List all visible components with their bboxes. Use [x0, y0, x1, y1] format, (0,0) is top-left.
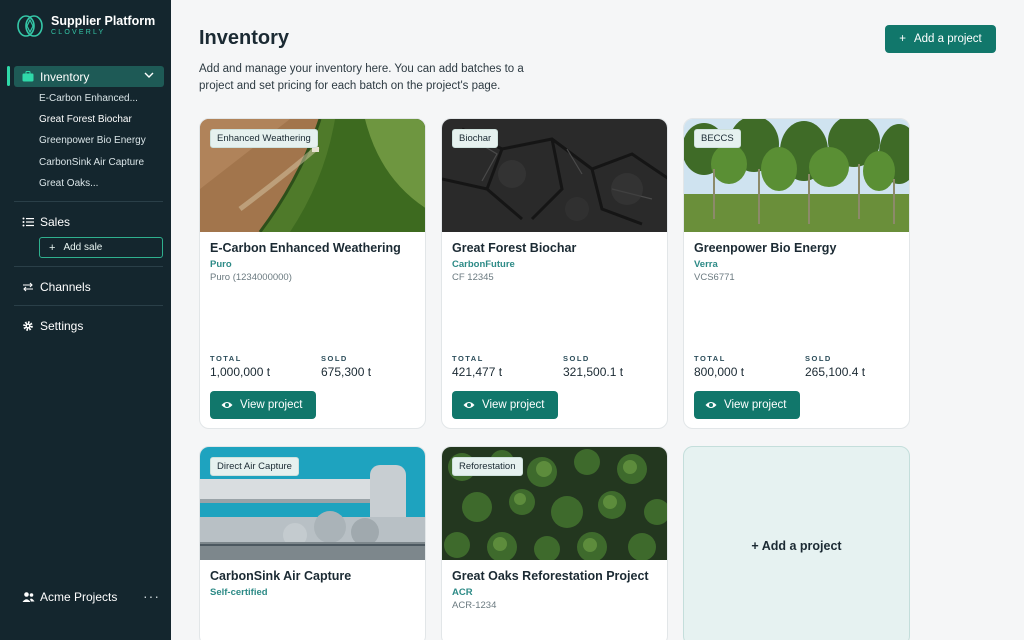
add-project-label: Add a project — [913, 33, 982, 45]
add-sale-button[interactable]: + Add sale — [39, 237, 163, 258]
project-image: Reforestation — [442, 447, 667, 562]
sold-label: SOLD — [321, 354, 348, 363]
project-image: Direct Air Capture — [200, 447, 425, 560]
view-project-button[interactable]: View project — [210, 391, 316, 419]
project-registry: Self-certified — [210, 587, 268, 598]
page-title: Inventory — [199, 27, 290, 49]
view-project-label: View project — [240, 399, 303, 411]
account-label: Acme Projects — [40, 590, 118, 604]
list-icon — [22, 217, 34, 227]
sidebar: Supplier Platform CLOVERLY Inventory E-C… — [0, 0, 171, 640]
total-value: 421,477 t — [452, 365, 503, 379]
category-tag: Direct Air Capture — [210, 457, 299, 476]
total-label: TOTAL — [694, 354, 726, 363]
sidebar-item-e-carbon[interactable]: E-Carbon Enhanced... — [39, 93, 138, 104]
eye-icon — [463, 402, 475, 408]
add-project-card[interactable]: + Add a project — [683, 446, 910, 640]
sold-value: 265,100.4 t — [805, 365, 866, 379]
project-registry: Puro — [210, 259, 232, 270]
add-project-card-label: + Add a project — [751, 539, 842, 553]
sold-value: 321,500.1 t — [563, 365, 624, 379]
project-registry: ACR — [452, 587, 473, 598]
eye-icon — [705, 402, 717, 408]
project-image: Enhanced Weathering — [200, 119, 425, 233]
users-icon — [22, 592, 35, 602]
total-value: 1,000,000 t — [210, 365, 271, 379]
divider — [14, 201, 163, 202]
plus-icon: + — [49, 241, 56, 254]
nav-settings[interactable]: Settings — [22, 319, 83, 333]
nav-channels[interactable]: Channels — [22, 280, 91, 294]
project-image: BECCS — [684, 119, 909, 232]
category-tag: Biochar — [452, 129, 499, 148]
brand[interactable]: Supplier Platform CLOVERLY — [16, 14, 155, 38]
project-registry-id: ACR-1234 — [452, 600, 497, 611]
project-card[interactable]: Enhanced Weathering E-Carbon Enhanced We… — [199, 118, 426, 429]
sidebar-item-carbonsink[interactable]: CarbonSink Air Capture — [39, 157, 144, 168]
nav-sales[interactable]: Sales — [22, 215, 70, 229]
total-label: TOTAL — [452, 354, 484, 363]
plus-icon: + — [899, 33, 906, 45]
view-project-button[interactable]: View project — [452, 391, 558, 419]
view-project-label: View project — [724, 399, 787, 411]
nav-inventory-label: Inventory — [40, 69, 90, 84]
project-title: Great Oaks Reforestation Project — [452, 569, 649, 583]
sold-label: SOLD — [805, 354, 832, 363]
add-project-button[interactable]: + Add a project — [885, 25, 996, 53]
total-value: 800,000 t — [694, 365, 745, 379]
view-project-button[interactable]: View project — [694, 391, 800, 419]
project-registry-id: VCS6771 — [694, 272, 735, 283]
gear-icon — [23, 321, 33, 331]
arrows-swap-icon — [23, 282, 33, 292]
nav-channels-label: Channels — [40, 280, 91, 294]
account-switcher[interactable]: Acme Projects — [22, 590, 117, 604]
eye-icon — [221, 402, 233, 408]
sidebar-item-great-oaks[interactable]: Great Oaks... — [39, 178, 98, 189]
project-title: Greenpower Bio Energy — [694, 241, 837, 255]
project-registry-id: Puro (1234000000) — [210, 272, 292, 283]
project-title: Great Forest Biochar — [452, 241, 577, 255]
view-project-label: View project — [482, 399, 545, 411]
project-card[interactable]: Reforestation Great Oaks Reforestation P… — [441, 446, 668, 640]
category-tag: Enhanced Weathering — [210, 129, 318, 148]
sold-label: SOLD — [563, 354, 590, 363]
more-options-icon[interactable]: ··· — [143, 588, 160, 604]
project-image: Biochar — [442, 119, 667, 232]
sold-value: 675,300 t — [321, 365, 372, 379]
project-card[interactable]: BECCS Greenpower Bio Energy Verra VCS677… — [683, 118, 910, 429]
project-card[interactable]: Biochar Great Forest Biochar CarbonFutur… — [441, 118, 668, 429]
add-sale-label: Add sale — [63, 242, 103, 253]
nav-settings-label: Settings — [40, 319, 84, 333]
project-registry: CarbonFuture — [452, 259, 515, 270]
divider — [14, 266, 163, 267]
page-description: Add and manage your inventory here. You … — [199, 63, 524, 92]
chevron-down-icon[interactable] — [144, 71, 154, 79]
brand-title: Supplier Platform — [51, 14, 156, 28]
project-registry-id: CF 12345 — [452, 272, 494, 283]
project-title: E-Carbon Enhanced Weathering — [210, 241, 401, 255]
divider — [14, 305, 163, 306]
nav-sales-label: Sales — [40, 215, 71, 229]
sidebar-item-greenpower[interactable]: Greenpower Bio Energy — [39, 135, 146, 146]
sidebar-item-great-forest[interactable]: Great Forest Biochar — [39, 114, 132, 125]
brand-subtitle: CLOVERLY — [51, 29, 106, 36]
briefcase-icon — [22, 71, 34, 82]
total-label: TOTAL — [210, 354, 242, 363]
category-tag: BECCS — [694, 129, 741, 148]
cloverly-logo-icon — [17, 15, 43, 37]
project-registry: Verra — [694, 259, 718, 270]
project-card[interactable]: Direct Air Capture CarbonSink Air Captur… — [199, 446, 426, 640]
nav-inventory[interactable]: Inventory — [14, 66, 164, 87]
project-title: CarbonSink Air Capture — [210, 569, 352, 583]
active-indicator — [7, 66, 10, 86]
category-tag: Reforestation — [452, 457, 523, 476]
